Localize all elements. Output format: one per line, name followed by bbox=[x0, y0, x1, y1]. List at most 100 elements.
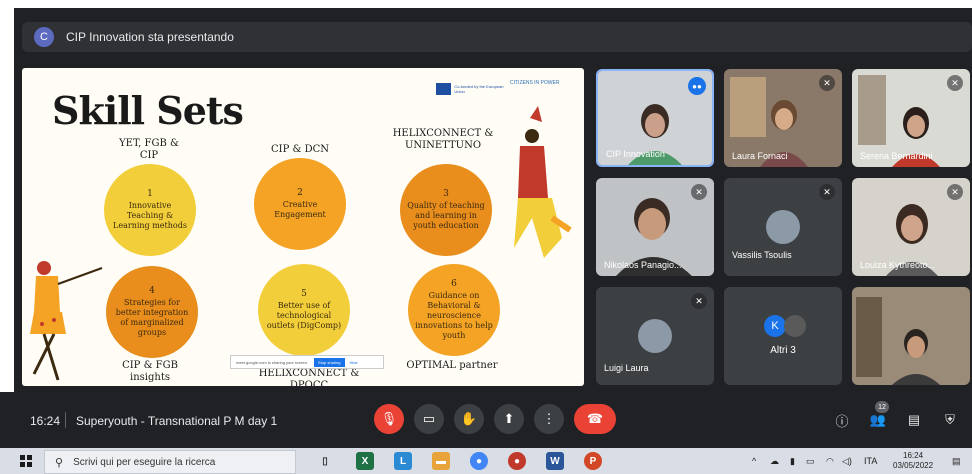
divider bbox=[65, 412, 66, 428]
windows-start-icon[interactable] bbox=[20, 455, 32, 467]
illustration-left-figure bbox=[30, 261, 103, 381]
skill-circle-5: 5 Better use of technological outlets (D… bbox=[258, 264, 350, 356]
participant-avatar bbox=[638, 319, 672, 353]
skill-circle-3: 3 Quality of teaching and learning in yo… bbox=[400, 164, 492, 256]
mic-toggle-button[interactable]: 🎙 bbox=[374, 404, 404, 434]
tray-chevron-icon[interactable]: ^ bbox=[752, 456, 756, 466]
partner-top-left: YET, FGB & CIP bbox=[119, 138, 179, 161]
mic-off-icon: 🎙 bbox=[380, 411, 398, 426]
participant-avatar bbox=[766, 210, 800, 244]
file-explorer-icon[interactable]: ▬ bbox=[432, 452, 450, 470]
slide-title: Skill Sets bbox=[52, 88, 244, 133]
tray-mic-icon[interactable]: ▮ bbox=[790, 456, 795, 467]
participant-tile-cip-innovation[interactable]: ●● CIP Innovation bbox=[596, 69, 714, 167]
tray-battery-icon[interactable]: ▭ bbox=[806, 456, 815, 467]
window-left-edge bbox=[0, 0, 14, 448]
info-icon: ⓘ bbox=[835, 413, 849, 429]
taskbar-search-input[interactable]: ⚲ Scrivi qui per eseguire la ricerca bbox=[44, 450, 296, 474]
clock-time: 16:24 bbox=[903, 451, 924, 460]
participant-tile-vassilis-tsoulis[interactable]: ✕ Vassilis Tsoulis bbox=[724, 178, 842, 276]
info-button[interactable]: ⓘ bbox=[832, 410, 852, 430]
participant-name: CIP Innovation bbox=[606, 149, 665, 159]
speaking-indicator-icon: ●● bbox=[688, 77, 706, 95]
camera-icon: ▭ bbox=[422, 411, 436, 426]
tray-volume-icon[interactable]: ◁) bbox=[842, 456, 852, 467]
present-button[interactable]: ⬆ bbox=[494, 404, 524, 434]
circle-text: Quality of teaching and learning in yout… bbox=[407, 201, 485, 230]
chrome-profile-icon[interactable]: ● bbox=[508, 452, 526, 470]
excel-icon[interactable]: X bbox=[356, 452, 374, 470]
task-view-icon[interactable]: ▯ bbox=[316, 452, 334, 470]
window-top-edge bbox=[0, 0, 972, 8]
circle-text: Better use of technological outlets (Dig… bbox=[266, 301, 342, 330]
participant-count-badge: 12 bbox=[875, 401, 889, 413]
others-avatar-photo bbox=[784, 315, 806, 337]
taskbar-clock[interactable]: 16:24 03/05/2022 bbox=[893, 451, 933, 471]
skill-circle-4: 4 Strategies for better integration of m… bbox=[106, 266, 198, 358]
participant-name: Louiza Kythreoto... bbox=[860, 260, 936, 270]
participant-tile-louiza[interactable]: ✕ Louiza Kythreoto... bbox=[852, 178, 970, 276]
tray-language[interactable]: ITA bbox=[864, 456, 877, 466]
meeting-controls-bar: 16:24 Superyouth - Transnational P M day… bbox=[0, 392, 972, 448]
camera-toggle-button[interactable]: ▭ bbox=[414, 404, 444, 434]
chrome-icon[interactable]: ● bbox=[470, 452, 488, 470]
eu-logo: Co-funded by the European Union bbox=[436, 82, 506, 96]
participant-name: Luigi Laura bbox=[604, 363, 649, 373]
circle-text: Strategies for better integration of mar… bbox=[115, 298, 189, 337]
people-button[interactable]: 👥 bbox=[868, 410, 888, 430]
mic-off-icon: ✕ bbox=[819, 75, 835, 91]
skill-circle-6: 6 Guidance on Behavioral & neuroscience … bbox=[408, 264, 500, 356]
hide-button[interactable]: Hide bbox=[350, 360, 358, 365]
eu-text: Co-funded by the European Union bbox=[454, 84, 504, 94]
participant-tile-laura-fornaci[interactable]: ✕ Laura Fornaci bbox=[724, 69, 842, 167]
circle-number: 1 bbox=[147, 189, 153, 199]
participant-tile-serena-bernardini[interactable]: ✕ Serena Bernardini bbox=[852, 69, 970, 167]
clock-date: 03/05/2022 bbox=[893, 461, 934, 470]
partner-bottom-left: CIP & FGB insights bbox=[122, 360, 178, 383]
tray-network-icon[interactable]: ☁ bbox=[770, 456, 779, 467]
meeting-title: Superyouth - Transnational P M day 1 bbox=[76, 414, 278, 428]
participant-name: Nikolaos Panagio... bbox=[604, 260, 682, 270]
people-icon: 👥 bbox=[869, 412, 887, 427]
circle-number: 3 bbox=[443, 189, 449, 199]
others-label: Altri 3 bbox=[770, 345, 796, 356]
word-icon[interactable]: W bbox=[546, 452, 564, 470]
partner-top-right: HELIXCONNECT & UNINETTUNO bbox=[392, 128, 494, 151]
more-options-button[interactable]: ⋮ bbox=[534, 404, 564, 434]
skill-circle-1: 1 Innovative Teaching & Learning methods bbox=[104, 164, 196, 256]
activities-button[interactable]: ⛨ bbox=[940, 410, 960, 430]
chat-icon: ▤ bbox=[907, 412, 921, 427]
presenter-avatar: C bbox=[34, 27, 54, 47]
participant-tile-luigi-laura[interactable]: ✕ Luigi Laura bbox=[596, 287, 714, 385]
more-icon: ⋮ bbox=[542, 411, 556, 426]
end-call-button[interactable]: ☎ bbox=[574, 404, 616, 434]
circle-number: 4 bbox=[149, 286, 155, 296]
powerpoint-icon[interactable]: P bbox=[584, 452, 602, 470]
present-icon: ⬆ bbox=[503, 411, 515, 426]
chat-button[interactable]: ▤ bbox=[904, 410, 924, 430]
participant-name: Vassilis Tsoulis bbox=[732, 250, 792, 260]
meeting-time: 16:24 bbox=[30, 414, 61, 428]
participant-tile-nikolaos[interactable]: ✕ Nikolaos Panagio... bbox=[596, 178, 714, 276]
participant-name: Laura Fornaci bbox=[732, 151, 788, 161]
mic-off-icon: ✕ bbox=[691, 184, 707, 200]
stop-sharing-button[interactable]: Stop sharing bbox=[314, 357, 345, 367]
participant-tile-others[interactable]: K Altri 3 bbox=[724, 287, 842, 385]
circle-number: 6 bbox=[451, 279, 457, 289]
participant-tile-unnamed[interactable] bbox=[852, 287, 970, 385]
presenter-label: CIP Innovation sta presentando bbox=[66, 30, 234, 44]
search-placeholder: Scrivi qui per eseguire la ricerca bbox=[73, 456, 216, 468]
circle-number: 2 bbox=[297, 188, 303, 198]
others-avatar-k: K bbox=[764, 315, 786, 337]
citizens-logo: CITIZENS IN POWER bbox=[510, 80, 560, 86]
tray-wifi-icon[interactable]: ◠ bbox=[826, 456, 834, 467]
app-l-icon[interactable]: L bbox=[394, 452, 412, 470]
notification-icon[interactable]: ▤ bbox=[952, 456, 961, 467]
share-bar-text: meet.google.com is sharing your screen. bbox=[236, 359, 309, 365]
raise-hand-button[interactable]: ✋ bbox=[454, 404, 484, 434]
presentation-banner: C CIP Innovation sta presentando bbox=[22, 22, 972, 52]
eu-flag-icon bbox=[436, 83, 452, 95]
activities-icon: ⛨ bbox=[945, 412, 955, 427]
mic-off-icon: ✕ bbox=[691, 293, 707, 309]
mic-off-icon: ✕ bbox=[947, 184, 963, 200]
